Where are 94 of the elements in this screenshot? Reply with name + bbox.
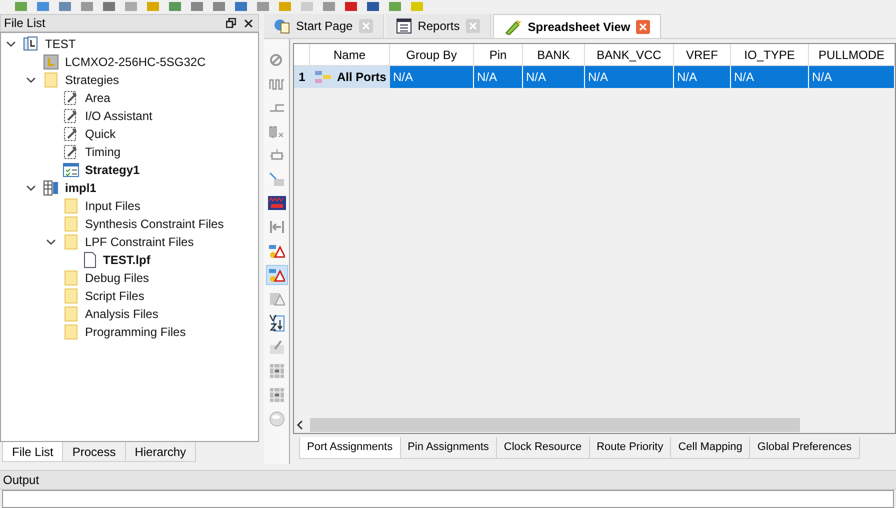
table-cell: N/A [390,66,474,88]
document-tab[interactable]: Reports [386,14,491,38]
table-cell: N/A [731,66,809,88]
tab-label[interactable]: Start Page [296,17,353,35]
column-header[interactable]: Group By [390,44,474,65]
table-cell: N/A [585,66,674,88]
report-icon [396,18,412,34]
tab-label[interactable]: Reports [418,17,460,35]
wrench-page-icon [63,108,79,124]
folder-icon [63,288,79,304]
toolbar-icon[interactable] [212,2,226,12]
toolbar-icon[interactable] [36,2,50,12]
grid-icon [43,180,59,196]
toolbar-icon[interactable] [80,2,94,12]
tree-item-label[interactable]: Input Files [85,197,140,215]
sheet-tab[interactable]: Port Assignments [299,437,401,459]
tree-item-label[interactable]: LPF Constraint Files [85,233,194,251]
panel-title: File List [4,15,46,32]
tree-item-label[interactable]: Strategies [65,71,120,89]
toolbar-icon[interactable] [102,2,116,12]
column-header[interactable]: BANK [523,44,585,65]
column-header[interactable]: Name [310,44,390,65]
toolbar-icon[interactable] [366,2,380,12]
expanded-chevron-icon[interactable] [26,183,36,193]
table-row[interactable]: 1 All Ports N/A N/A N/A N/A N/A N/A N/A [294,66,895,88]
sheet-tab[interactable]: Pin Assignments [400,437,497,459]
table-cell: N/A [523,66,585,88]
column-header[interactable]: BANK_VCC [585,44,674,65]
toolbar-icon[interactable] [234,2,248,12]
toolbar-icon[interactable] [256,2,270,12]
file-icon [83,252,97,268]
tree-item-label[interactable]: TEST [45,35,76,53]
panel-title: Output [3,472,40,489]
expanded-chevron-icon[interactable] [46,237,56,247]
checklist-icon [63,162,79,178]
expanded-chevron-icon[interactable] [6,39,16,49]
sheet-tab[interactable]: Route Priority [590,437,672,459]
toolbar-icon[interactable] [388,2,402,12]
tree-item-label[interactable]: Programming Files [85,323,186,341]
toolbar-icon[interactable] [322,2,336,12]
wrench-page-icon [63,144,79,160]
pencil-star-icon [504,18,522,34]
sheet-tab[interactable]: Global Preferences [750,437,860,459]
scrollbar-thumb[interactable] [310,418,800,432]
ports-icon [315,70,331,84]
tree-item-label[interactable]: I/O Assistant [85,107,152,125]
chip-icon [43,54,59,70]
sheet-tab[interactable]: Cell Mapping [671,437,750,459]
panel-tab[interactable]: File List [2,442,64,462]
toolbar-icon[interactable] [14,2,28,12]
panel-tab[interactable]: Hierarchy [126,442,196,462]
folder-icon [63,216,79,232]
column-header[interactable]: VREF [674,44,731,65]
close-icon[interactable] [244,18,253,28]
folder-icon [63,306,79,322]
expanded-chevron-icon[interactable] [26,75,36,85]
document-tab[interactable]: Spreadsheet View [492,14,662,38]
sheet-tab[interactable]: Clock Resource [496,437,590,459]
tree-item-label[interactable]: Analysis Files [85,305,158,323]
tree-item-label[interactable]: Script Files [85,287,144,305]
panel-tab[interactable]: Process [63,442,126,462]
tree-item-label[interactable]: impl1 [65,179,96,197]
table-cell: N/A [809,66,895,88]
column-header[interactable]: PULLMODE [809,44,895,65]
tree-item-label[interactable]: Synthesis Constraint Files [85,215,224,233]
folder-icon [63,324,79,340]
table-cell: N/A [474,66,523,88]
tree-item-label[interactable]: Debug Files [85,269,150,287]
wrench-page-icon [63,90,79,106]
table-cell: N/A [674,66,731,88]
folder-icon [43,72,59,88]
toolbar-icon[interactable] [344,2,358,12]
toolbar-icon[interactable] [168,2,182,12]
folder-icon [63,270,79,286]
tree-item-label[interactable]: Timing [85,143,121,161]
toolbar-icon[interactable] [190,2,204,12]
row-number: 1 [294,66,310,88]
table-cell-text: All Ports [337,69,386,86]
folder-icon [63,198,79,214]
globe-page-icon [274,18,290,34]
tab-label[interactable]: Spreadsheet View [528,18,630,36]
tree-item-label[interactable]: Area [85,89,110,107]
folder-icon [63,234,79,250]
project-icon [23,36,39,52]
tree-item-label[interactable]: Quick [85,125,116,143]
toolbar-icon[interactable] [58,2,72,12]
tree-item-label[interactable]: LCMXO2-256HC-5SG32C [65,53,206,71]
restore-icon[interactable] [226,18,236,28]
wrench-page-icon [63,126,79,142]
column-header[interactable]: Pin [474,44,523,65]
column-header[interactable]: IO_TYPE [731,44,809,65]
tree-item-label[interactable]: Strategy1 [85,161,140,179]
tree-item-label[interactable]: TEST.lpf [103,251,150,269]
document-tab[interactable]: Start Page [264,14,384,38]
